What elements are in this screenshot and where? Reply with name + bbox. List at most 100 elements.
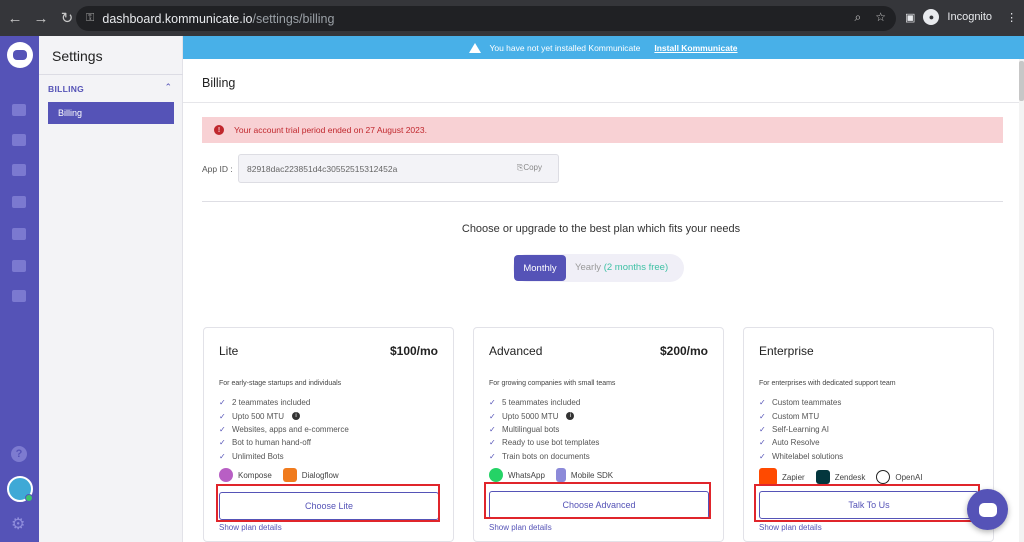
- divider: [183, 102, 1019, 103]
- integration-label: WhatsApp: [508, 470, 545, 480]
- integrations-row: Kompose Dialogflow: [219, 468, 339, 482]
- integration-label: Kompose: [238, 470, 272, 480]
- check-icon: ✓: [489, 398, 496, 408]
- chat-widget-button[interactable]: [967, 489, 1008, 530]
- sidebar-item-billing[interactable]: Billing: [48, 102, 174, 124]
- list-item: ✓ Upto 500 MTU i: [219, 409, 349, 422]
- check-icon: ✓: [219, 438, 226, 448]
- highlight-box: [484, 482, 711, 519]
- incognito-label[interactable]: Incognito: [947, 11, 992, 23]
- list-item: ✓ Bot to human hand-off: [219, 436, 349, 449]
- feature-text: Ready to use bot templates: [502, 438, 600, 448]
- list-item: ✓ Custom MTU: [759, 409, 843, 422]
- conversations-icon[interactable]: [12, 134, 26, 146]
- check-icon: ✓: [219, 411, 226, 421]
- main-content: Billing ! Your account trial period ende…: [183, 59, 1019, 542]
- show-plan-details-link[interactable]: Show plan details: [489, 523, 552, 532]
- list-item: ✓ Websites, apps and e-commerce: [219, 423, 349, 436]
- feature-text: Websites, apps and e-commerce: [232, 424, 349, 434]
- side-panel-icon[interactable]: ▣: [905, 11, 915, 24]
- integrations-row: WhatsApp Mobile SDK: [489, 468, 613, 482]
- trial-alert: ! Your account trial period ended on 27 …: [202, 117, 1003, 143]
- show-plan-details-link[interactable]: Show plan details: [759, 523, 822, 532]
- error-icon: !: [214, 125, 224, 135]
- check-icon: ✓: [219, 398, 226, 408]
- feature-text: Custom teammates: [772, 398, 842, 408]
- app-rail: ? ⚙: [0, 36, 39, 542]
- feature-text: Multilingual bots: [502, 424, 560, 434]
- integration-label: Mobile SDK: [570, 470, 614, 480]
- install-banner: You have not yet installed Kommunicate I…: [183, 36, 1024, 59]
- check-icon: ✓: [489, 424, 496, 434]
- highlight-box: [216, 484, 440, 522]
- feature-text: Bot to human hand-off: [232, 438, 312, 448]
- plan-price: $200/mo: [659, 344, 708, 358]
- list-item: ✓ Unlimited Bots: [219, 450, 349, 463]
- check-icon: ✓: [759, 438, 766, 448]
- yearly-label: Yearly: [575, 262, 602, 273]
- help-icon[interactable]: ?: [11, 446, 27, 462]
- plan-description: For early-stage startups and individuals: [219, 380, 342, 387]
- campaigns-icon[interactable]: [12, 260, 26, 272]
- dialogflow-icon: [282, 468, 297, 482]
- online-status-icon: [25, 494, 33, 502]
- list-item: ✓ Self-Learning AI: [759, 423, 843, 436]
- feature-text: Custom MTU: [772, 411, 820, 421]
- zendesk-icon: [815, 470, 830, 484]
- app-id-value: 82918dac223851d4c30552515312452a: [247, 163, 398, 174]
- kommunicate-logo-icon[interactable]: [7, 42, 33, 68]
- bot-icon[interactable]: [12, 196, 26, 208]
- check-icon: ✓: [489, 411, 496, 421]
- integration-label: OpenAI: [895, 472, 923, 482]
- address-bar[interactable]: ⚿ dashboard.kommunicate.io/settings/bill…: [76, 6, 896, 31]
- scrollbar[interactable]: [1019, 59, 1024, 542]
- info-icon[interactable]: i: [292, 412, 301, 421]
- show-plan-details-link[interactable]: Show plan details: [219, 523, 282, 532]
- faq-icon[interactable]: [12, 290, 26, 302]
- yearly-toggle[interactable]: Yearly (2 months free): [575, 262, 668, 273]
- settings-title: Settings: [52, 48, 103, 64]
- warning-icon: [469, 42, 482, 53]
- yearly-note: (2 months free): [603, 262, 669, 273]
- billing-period-toggle[interactable]: Monthly Yearly (2 months free): [513, 254, 684, 282]
- monthly-toggle[interactable]: Monthly: [514, 255, 566, 281]
- scrollbar-thumb[interactable]: [1019, 61, 1024, 101]
- info-icon[interactable]: i: [566, 412, 575, 421]
- plan-name: Lite: [219, 344, 239, 358]
- reports-icon[interactable]: [12, 104, 26, 116]
- list-item: ✓ Ready to use bot templates: [489, 436, 599, 449]
- chevron-up-icon[interactable]: ⌃: [164, 82, 172, 93]
- integrations-icon[interactable]: [12, 228, 26, 240]
- feature-text: Self-Learning AI: [772, 424, 829, 434]
- back-icon[interactable]: ←: [4, 7, 26, 29]
- list-item: ✓ Upto 5000 MTU i: [489, 409, 599, 422]
- feature-list: ✓ Custom teammates ✓ Custom MTU ✓ Self-Lear…: [759, 396, 843, 463]
- whatsapp-icon: [489, 468, 503, 482]
- check-icon: ✓: [759, 424, 766, 434]
- integration-label: Zapier: [782, 472, 805, 482]
- check-icon: ✓: [759, 411, 766, 421]
- app-id-field[interactable]: 82918dac223851d4c30552515312452a ⎘Copy: [238, 154, 559, 183]
- check-icon: ✓: [759, 451, 766, 461]
- forward-icon[interactable]: →: [30, 7, 52, 29]
- check-icon: ✓: [219, 451, 226, 461]
- reload-icon[interactable]: ↻: [56, 7, 78, 29]
- gear-icon[interactable]: ⚙: [11, 514, 25, 534]
- openai-icon: [876, 470, 891, 484]
- install-link[interactable]: Install Kommunicate: [654, 43, 737, 53]
- list-item: ✓ Train bots on documents: [489, 450, 599, 463]
- browser-toolbar: ← → ↻ ⚿ dashboard.kommunicate.io/setting…: [0, 0, 1024, 36]
- divider: [39, 74, 183, 75]
- list-item: ✓ Whitelabel solutions: [759, 450, 843, 463]
- list-item: ✓ Multilingual bots: [489, 423, 599, 436]
- feature-text: 5 teammates included: [502, 398, 581, 408]
- zoom-icon[interactable]: ⌕: [855, 10, 862, 25]
- plan-heading: Choose or upgrade to the best plan which…: [461, 223, 741, 235]
- browser-menu-icon[interactable]: ⋮: [1006, 11, 1017, 24]
- app-id-label: App ID :: [202, 164, 233, 174]
- bookmark-star-icon[interactable]: ☆: [875, 10, 886, 25]
- copy-button[interactable]: ⎘Copy: [517, 163, 542, 173]
- billing-section-header[interactable]: BILLING: [48, 84, 84, 94]
- chat-icon: [978, 502, 997, 517]
- users-icon[interactable]: [12, 164, 26, 176]
